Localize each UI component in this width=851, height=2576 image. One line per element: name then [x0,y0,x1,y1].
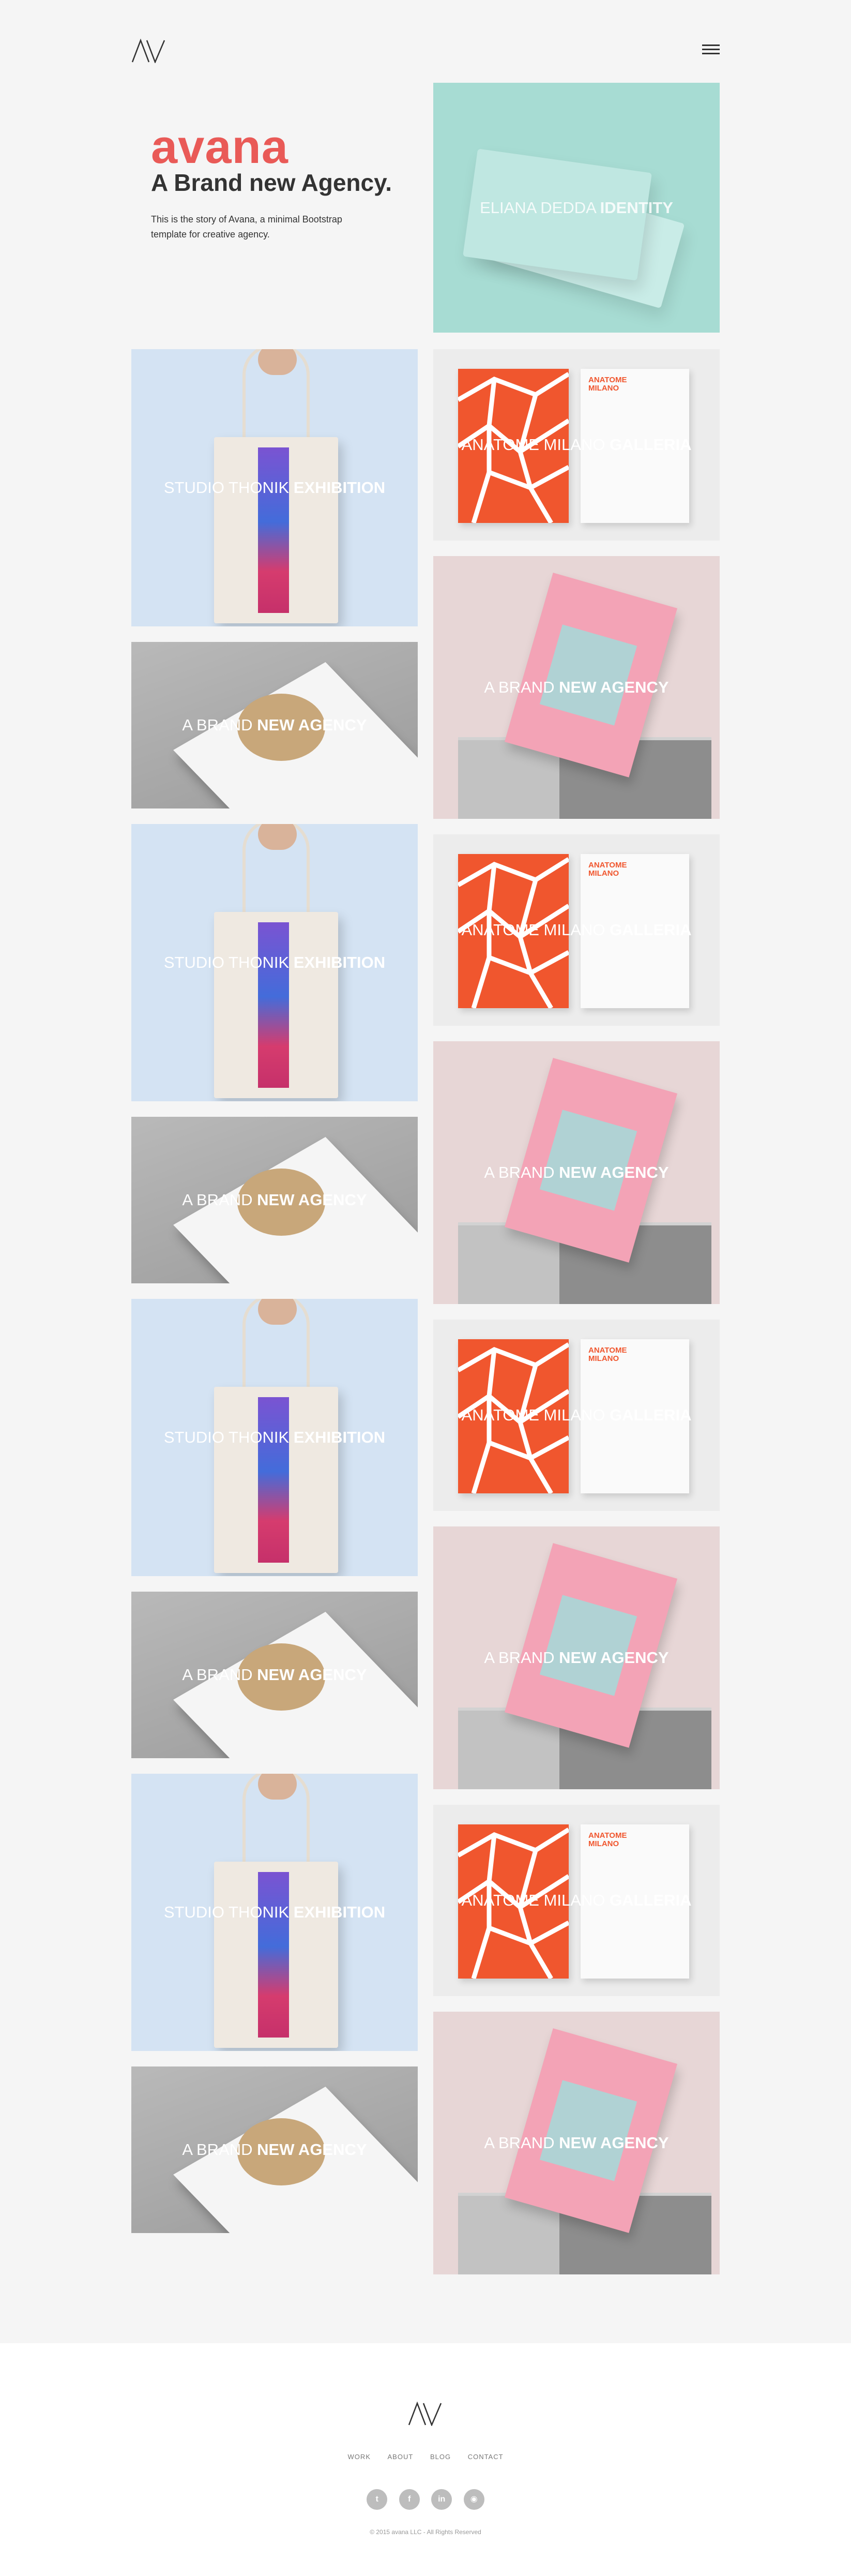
portfolio-tile-galleria[interactable]: ANATOME MILANO ANATOME MILANO GALLERIA [433,834,720,1026]
poster-title: ANATOME MILANO [588,376,627,393]
footer-link-work[interactable]: WORK [347,2453,370,2461]
tile-label: A BRAND NEW AGENCY [484,2134,669,2152]
tile-label: A BRAND NEW AGENCY [182,2140,367,2159]
portfolio-tile-agency[interactable]: A BRAND NEW AGENCY [433,1526,720,1789]
tile-label: A BRAND NEW AGENCY [182,716,367,734]
portfolio-tile-agency[interactable]: A BRAND NEW AGENCY [131,642,418,808]
intro-description: This is the story of Avana, a minimal Bo… [151,214,342,239]
portfolio-tile-identity[interactable]: ELIANA DEDDA IDENTITY [433,83,720,333]
portfolio-tile-exhibition[interactable]: STUDIO THONIK EXHIBITION [131,349,418,626]
poster-title: ANATOME MILANO [588,1346,627,1363]
tile-label: A BRAND NEW AGENCY [484,1163,669,1181]
tile-label: STUDIO THONIK EXHIBITION [163,1428,386,1446]
portfolio-tile-agency[interactable]: A BRAND NEW AGENCY [131,1592,418,1758]
portfolio-tile-exhibition[interactable]: STUDIO THONIK EXHIBITION [131,1299,418,1576]
footer-link-contact[interactable]: CONTACT [468,2453,504,2461]
tile-label: STUDIO THONIK EXHIBITION [163,953,386,971]
poster-title: ANATOME MILANO [588,861,627,878]
portfolio-tile-agency[interactable]: A BRAND NEW AGENCY [131,1117,418,1283]
footer-logo-icon[interactable] [408,2401,442,2426]
hamburger-menu-icon[interactable] [702,44,720,56]
portfolio-tile-galleria[interactable]: ANATOME MILANO ANATOME MILANO GALLERIA [433,1320,720,1511]
logo-icon[interactable] [131,38,165,63]
tile-label: ELIANA DEDDA IDENTITY [480,198,673,217]
footer-link-blog[interactable]: BLOG [430,2453,451,2461]
tile-label: A BRAND NEW AGENCY [182,1191,367,1209]
tote-bag-print [258,922,289,1088]
tile-label: ANATOME MILANO GALLERIA [461,436,692,454]
portfolio-tile-galleria[interactable]: ANATOME MILANO ANATOME MILANO GALLERIA [433,1805,720,1996]
tile-label: A BRAND NEW AGENCY [182,1666,367,1684]
linkedin-icon[interactable]: in [431,2489,452,2510]
brand-name: avana [151,121,288,173]
portfolio-tile-agency[interactable]: A BRAND NEW AGENCY [433,2012,720,2274]
portfolio-tile-agency[interactable]: A BRAND NEW AGENCY [131,2066,418,2233]
poster-title: ANATOME MILANO [588,1831,627,1848]
hand-image [258,349,297,375]
portfolio-tile-exhibition[interactable]: STUDIO THONIK EXHIBITION [131,824,418,1101]
tile-label: STUDIO THONIK EXHIBITION [163,478,386,497]
tile-label: ANATOME MILANO GALLERIA [461,1891,692,1909]
tote-bag-print [258,1872,289,2038]
facebook-icon[interactable]: f [399,2489,420,2510]
hand-image [258,1774,297,1800]
tile-label: STUDIO THONIK EXHIBITION [163,1903,386,1921]
portfolio-tile-agency[interactable]: A BRAND NEW AGENCY [433,556,720,819]
twitter-icon[interactable]: t [367,2489,388,2510]
footer-nav: WORK ABOUT BLOG CONTACT [0,2453,851,2461]
tile-label: ANATOME MILANO GALLERIA [461,921,692,939]
instagram-icon[interactable]: ◉ [463,2489,484,2510]
tile-label: A BRAND NEW AGENCY [484,1649,669,1667]
tile-label: A BRAND NEW AGENCY [484,678,669,696]
hand-image [258,1299,297,1325]
footer: WORK ABOUT BLOG CONTACT t f in ◉ © 2015 … [0,2343,851,2576]
tagline: A Brand new Agency. [151,169,392,196]
social-links: t f in ◉ [0,2489,851,2510]
footer-link-about[interactable]: ABOUT [388,2453,414,2461]
tile-label: ANATOME MILANO GALLERIA [461,1406,692,1424]
portfolio-tile-agency[interactable]: A BRAND NEW AGENCY [433,1041,720,1304]
tote-bag-print [258,1397,289,1563]
portfolio-tile-exhibition[interactable]: STUDIO THONIK EXHIBITION [131,1774,418,2051]
hand-image [258,824,297,850]
copyright-text: © 2015 avana LLC - All Rights Reserved [370,2528,481,2536]
portfolio-tile-galleria[interactable]: ANATOME MILANO ANATOME MILANO GALLERIA [433,349,720,541]
tote-bag-print [258,447,289,613]
